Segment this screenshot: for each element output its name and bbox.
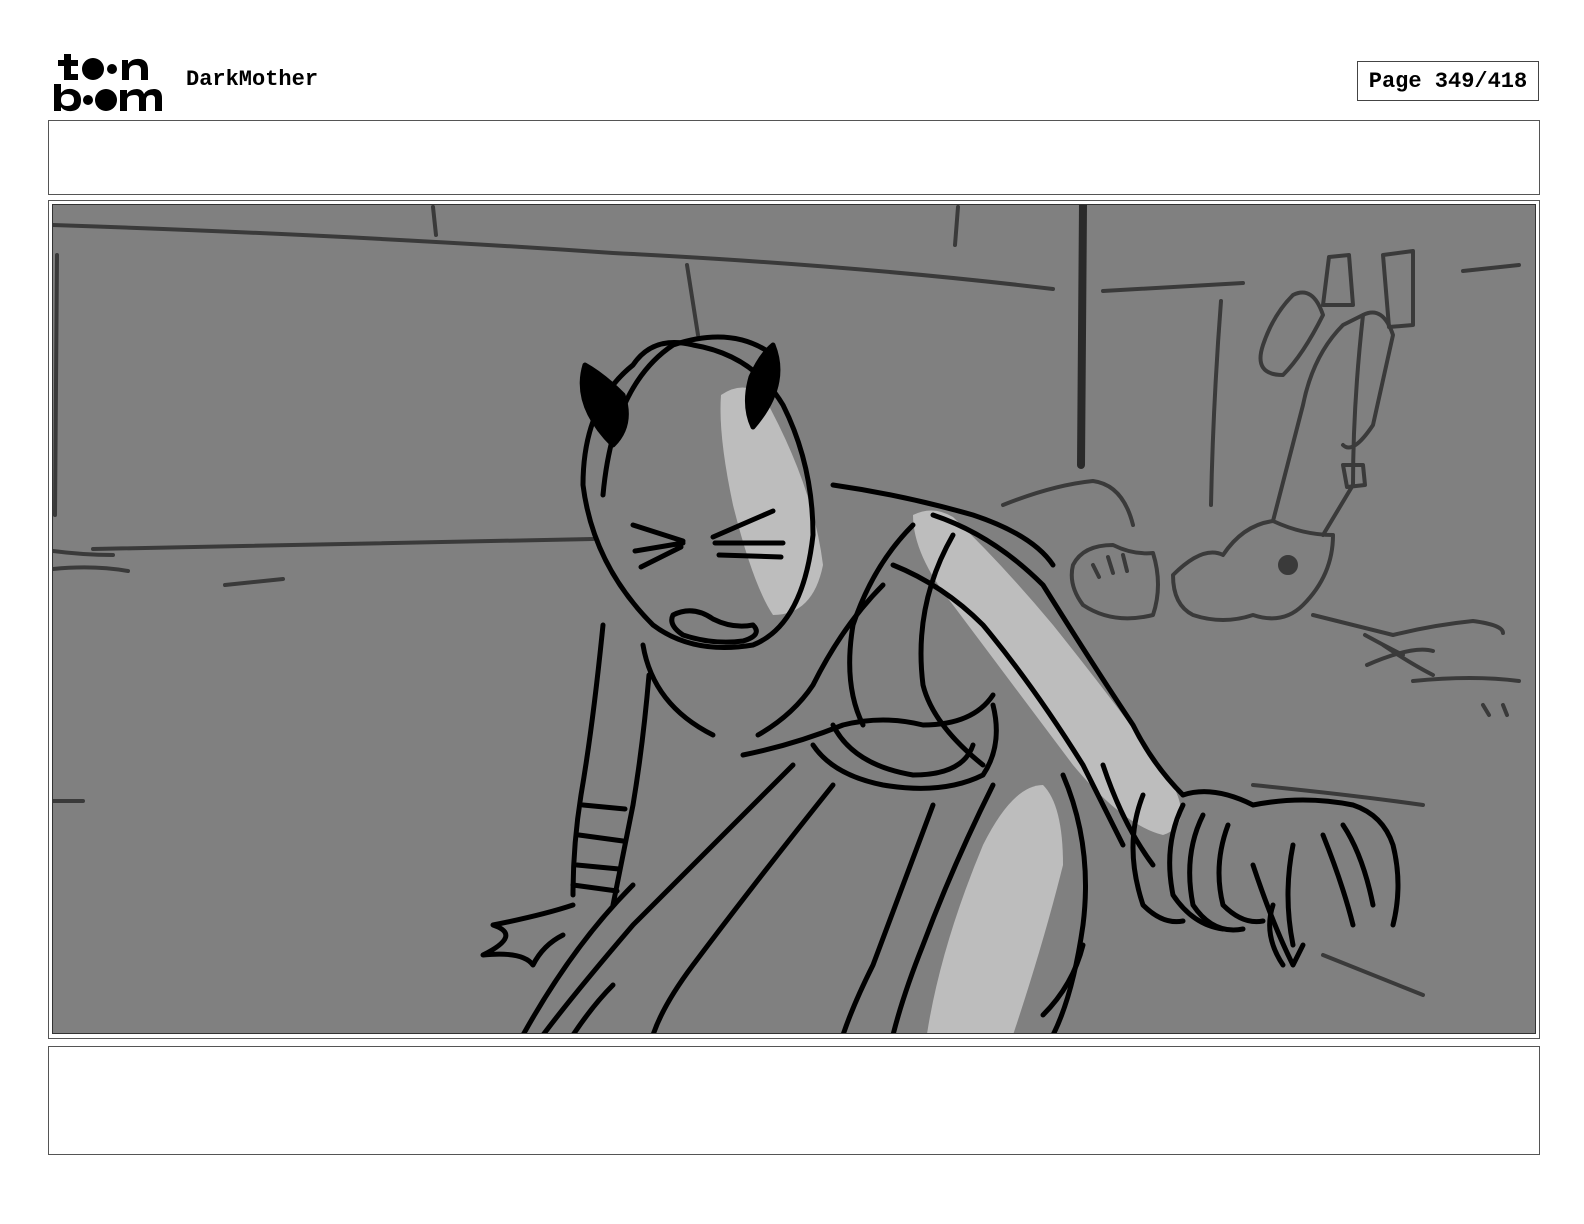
dialogue-notes-box <box>48 1046 1540 1155</box>
toonboom-logo <box>50 50 166 114</box>
page-counter: Page 349/418 <box>1357 61 1539 101</box>
storyboard-panel-image <box>52 204 1536 1034</box>
project-title: DarkMother <box>186 67 319 92</box>
action-notes-box <box>48 120 1540 195</box>
